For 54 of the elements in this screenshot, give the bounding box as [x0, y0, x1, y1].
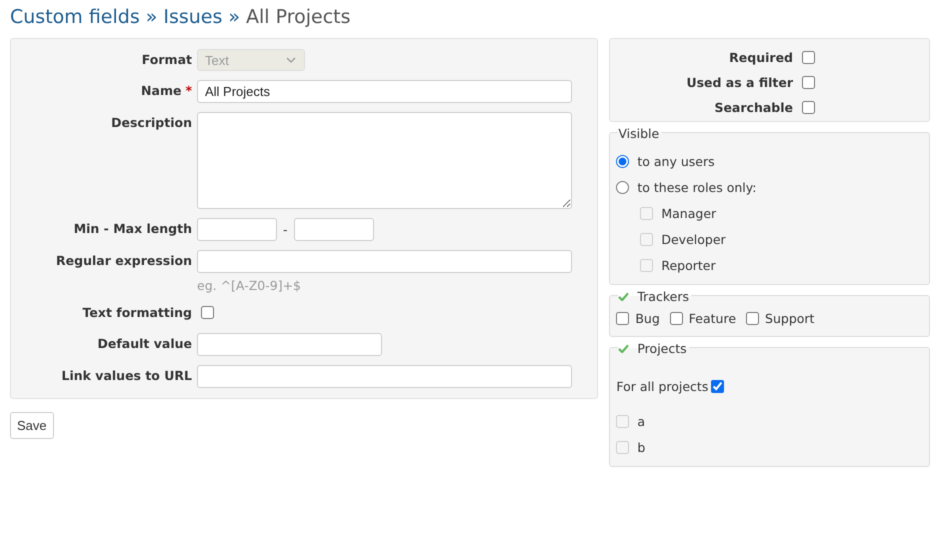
field-label: Default value	[98, 336, 192, 351]
description-field[interactable]	[197, 112, 572, 209]
option-label: For all projects	[616, 379, 708, 394]
field-label: Link values to URL	[61, 368, 192, 383]
checkbox[interactable]	[746, 312, 760, 325]
option-label: Searchable	[714, 100, 793, 115]
fieldset-legend[interactable]: Projects	[637, 340, 687, 356]
field-label: Name	[141, 83, 182, 98]
text-field[interactable]: All Projects	[197, 80, 572, 103]
radio-button[interactable]	[616, 154, 630, 168]
field-label: Min - Max length	[74, 221, 192, 236]
text-field[interactable]	[197, 365, 572, 388]
role-label: Manager	[661, 206, 716, 220]
required-mark: *	[185, 83, 192, 98]
breadcrumb-link[interactable]: Custom fields	[10, 6, 140, 28]
field-label: Regular expression	[56, 253, 192, 268]
min-length-field[interactable]	[197, 218, 277, 241]
fieldset-legend[interactable]: Trackers	[637, 288, 689, 304]
check-icon[interactable]	[618, 344, 630, 352]
tracker-label: Bug	[635, 311, 660, 326]
role-label: Reporter	[661, 258, 716, 272]
option-label: Used as a filter	[686, 75, 793, 90]
tracker-label: Support	[765, 311, 814, 326]
role-label: Developer	[661, 232, 726, 246]
breadcrumb-separator: »	[228, 6, 240, 28]
checkbox[interactable]	[670, 312, 683, 325]
checkbox[interactable]	[616, 312, 630, 325]
text-field[interactable]	[197, 250, 572, 273]
caret-icon	[286, 57, 296, 63]
project-label: b	[637, 440, 646, 454]
project-label: a	[637, 414, 646, 428]
checkbox[interactable]	[802, 101, 815, 114]
max-length-field[interactable]	[294, 218, 374, 241]
field-label: Text formatting	[82, 305, 192, 320]
radio-button[interactable]	[616, 180, 630, 194]
text-field[interactable]	[197, 333, 382, 356]
option-label: Required	[729, 50, 793, 65]
tracker-label: Feature	[688, 311, 736, 326]
fieldset-legend: Visible	[618, 126, 660, 140]
hint-text: eg. ^[A-Z0-9]+$	[197, 278, 302, 293]
checkbox[interactable]	[711, 380, 724, 393]
range-separator: -	[282, 222, 289, 237]
option-label: to these roles only:	[637, 180, 756, 194]
check-icon[interactable]	[618, 292, 630, 300]
breadcrumb-separator: »	[146, 6, 158, 28]
field-label: Description	[111, 115, 192, 130]
breadcrumb-link[interactable]: Issues	[163, 6, 222, 28]
option-label: to any users	[637, 154, 715, 168]
save-button[interactable]: Save	[10, 412, 54, 439]
checkbox[interactable]	[802, 76, 815, 89]
checkbox[interactable]	[201, 306, 214, 319]
checkbox[interactable]	[802, 51, 815, 64]
field-label: Format	[142, 52, 192, 67]
page-title: All Projects	[246, 6, 351, 28]
